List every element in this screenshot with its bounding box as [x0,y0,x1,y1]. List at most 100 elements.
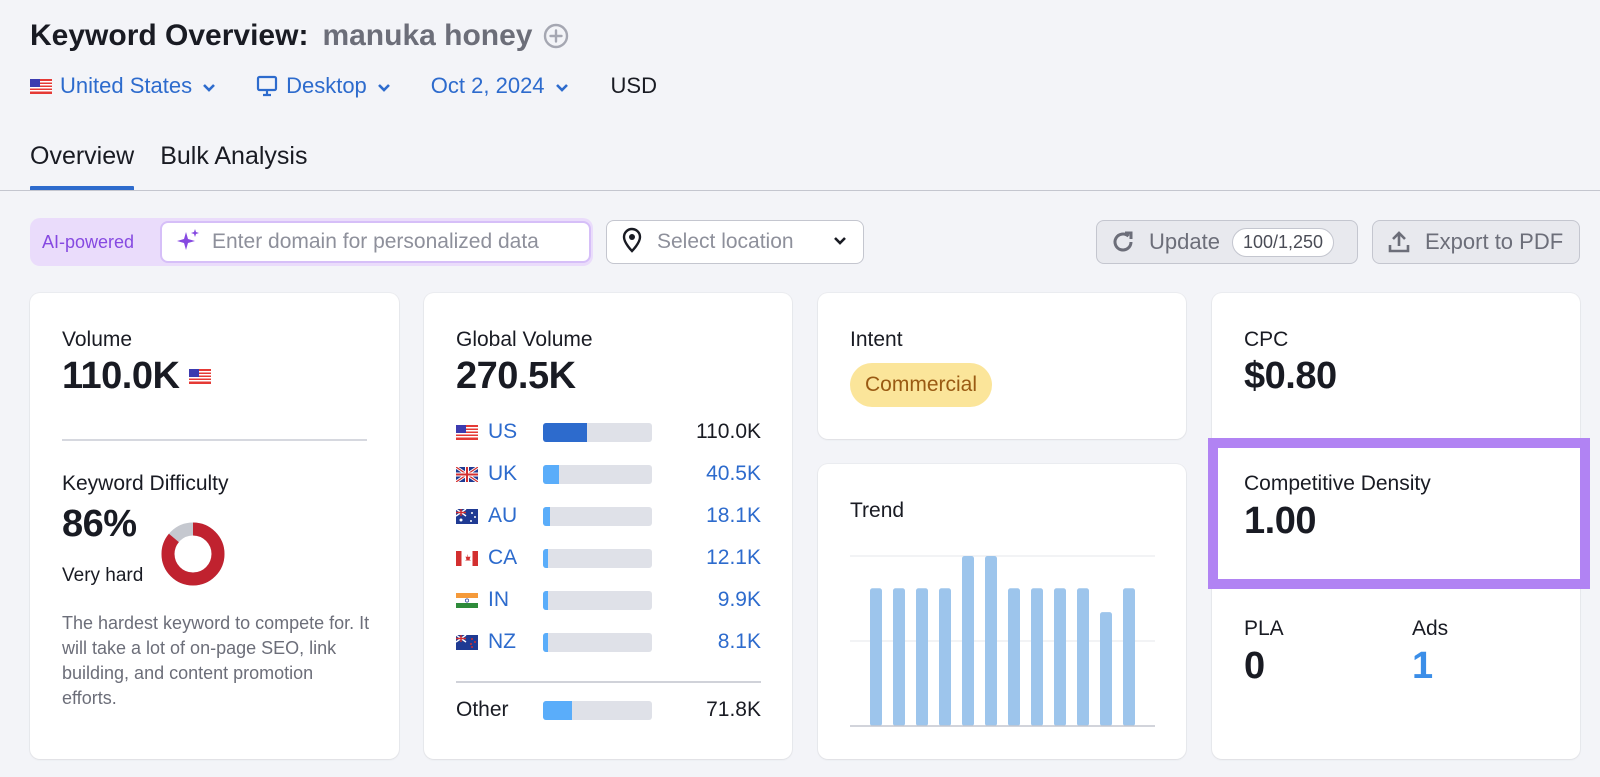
domain-input-wrapper [160,221,591,263]
update-button[interactable]: Update 100/1,250 [1096,220,1358,264]
pla-value: 0 [1244,645,1265,687]
keyword-name: manuka honey [322,19,533,52]
volume-label: Volume [62,328,133,351]
location-select[interactable]: Select location [606,220,864,264]
country-code[interactable]: IN [488,588,543,612]
volume-value: 110.0K [62,355,180,397]
device-dropdown[interactable]: Desktop [256,73,391,99]
tab-bar: Overview Bulk Analysis [30,135,333,191]
ads-label: Ads [1412,617,1449,640]
cpc-label: CPC [1244,328,1289,351]
country-row-uk: UK 40.5K [456,459,761,489]
other-divider [456,681,761,683]
chevron-down-icon [833,233,847,251]
other-label: Other [456,698,509,721]
country-volume-value[interactable]: 9.9K [652,588,761,612]
other-value: 71.8K [706,698,761,721]
country-code[interactable]: CA [488,546,543,570]
us-flag-icon [30,78,52,94]
location-pin-icon [621,227,643,258]
country-label: United States [60,73,193,98]
date-label: Oct 2, 2024 [430,73,545,98]
country-volume-bar-fill [543,590,549,610]
filters-bar: United States Desktop Oct 2, 2024 USD [30,66,657,106]
ai-domain-field: AI-powered [30,218,593,266]
intent-label: Intent [850,328,903,351]
country-volume-bar-fill [543,422,588,442]
intent-card: Intent Commercial [818,293,1186,439]
trend-bar [1031,588,1043,726]
trend-bar [1054,588,1066,726]
page-header: Keyword Overview: manuka honey [30,14,569,58]
volume-card: Volume 110.0K Keyword Difficulty 86% Ver… [30,293,399,759]
country-code[interactable]: AU [488,504,543,528]
country-volume-bar [543,590,652,610]
tab-bulk-analysis[interactable]: Bulk Analysis [160,135,307,191]
trend-card: Trend [818,464,1186,759]
ai-powered-label: AI-powered [42,231,135,252]
update-quota: 100/1,250 [1231,227,1335,257]
chevron-down-icon [555,73,569,99]
country-volume-value: 110.0K [696,420,761,443]
country-volume-bar-fill [543,506,551,526]
country-volume-bar [543,422,652,442]
kd-label: Keyword Difficulty [62,472,229,495]
country-dropdown[interactable]: United States [30,73,216,99]
kd-description: The hardest keyword to compete for. It w… [62,613,370,708]
trend-bar [1077,588,1089,726]
uk-flag-icon [456,466,478,482]
country-volume-value[interactable]: 8.1K [652,630,761,654]
trend-chart [850,555,1155,727]
trend-bar [893,588,905,726]
country-volume-value[interactable]: 12.1K [652,546,761,570]
tab-overview[interactable]: Overview [30,135,135,191]
chevron-down-icon [377,73,391,99]
intent-badge: Commercial [850,363,993,407]
country-volume-value[interactable]: 40.5K [652,462,761,486]
trend-bar [985,556,997,726]
update-label: Update [1149,229,1220,254]
kd-donut-chart [161,522,225,586]
trend-bar [939,588,951,726]
kd-value: 86% [62,503,137,545]
nz-flag-icon [456,634,478,650]
country-code[interactable]: NZ [488,630,543,654]
pla-label: PLA [1244,617,1284,640]
ca-flag-icon [456,550,478,566]
trend-bar [870,588,882,726]
chevron-down-icon [202,73,216,99]
country-volume-bar-fill [543,548,549,568]
country-volume-bar [543,506,652,526]
device-label: Desktop [286,73,367,98]
plus-circle-icon[interactable] [543,23,569,49]
in-flag-icon [456,592,478,608]
domain-input[interactable] [212,230,582,254]
export-label: Export to PDF [1425,229,1564,254]
refresh-icon [1111,230,1135,254]
country-row-us: US 110.0K [456,417,761,447]
card-divider [62,439,367,441]
other-bar [543,700,652,720]
upload-icon [1387,230,1411,254]
country-volume-bar [543,464,652,484]
global-volume-label: Global Volume [456,328,593,351]
country-code[interactable]: US [488,420,543,444]
cpc-value: $0.80 [1244,355,1337,397]
country-code[interactable]: UK [488,462,543,486]
sparkle-icon [176,228,200,257]
location-placeholder: Select location [657,230,794,253]
global-volume-value: 270.5K [456,355,576,397]
country-row-au: AU 18.1K [456,501,761,531]
export-pdf-button[interactable]: Export to PDF [1372,220,1580,264]
trend-label: Trend [850,499,905,522]
competitive-density-highlight [1208,438,1590,589]
country-row-nz: NZ 8.1K [456,627,761,657]
ads-value[interactable]: 1 [1412,645,1433,688]
country-volume-bar [543,548,652,568]
country-volume-value[interactable]: 18.1K [652,504,761,528]
date-dropdown[interactable]: Oct 2, 2024 [431,73,569,99]
country-volume-bar-fill [543,464,560,484]
trend-bar [1123,588,1135,726]
trend-bar [1100,612,1112,726]
tabs-divider [0,190,1600,191]
